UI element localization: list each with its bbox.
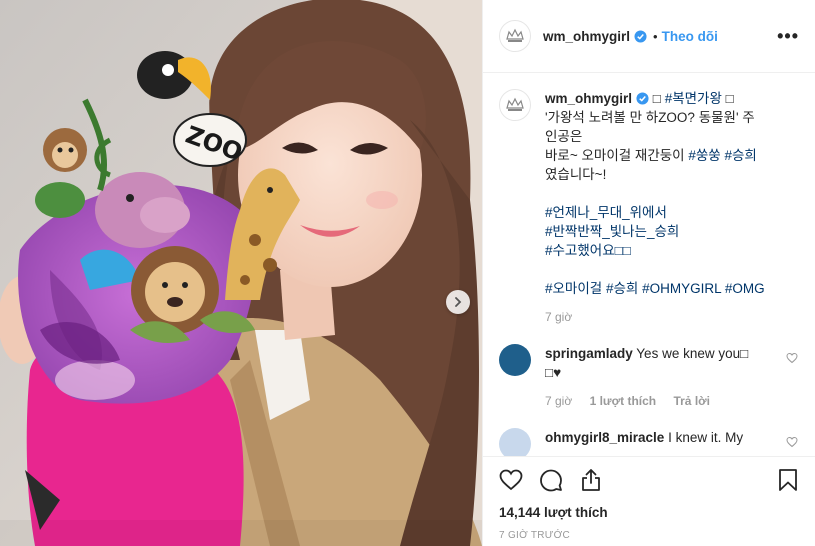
post-actions: 14,144 lượt thích 7 GIỜ TRƯỚC (483, 456, 815, 541)
post-side-panel: wm_ohmygirl • Theo dõi ••• wm_ohmygirl □… (482, 0, 815, 546)
heart-icon[interactable] (786, 436, 798, 448)
hashtag-link[interactable]: #쑹쑹 (688, 148, 720, 163)
post-timestamp[interactable]: 7 GIỜ TRƯỚC (499, 530, 800, 541)
hashtag-link[interactable]: #복면가왕 (665, 91, 722, 106)
commenter-avatar[interactable] (499, 344, 531, 376)
heart-icon[interactable] (499, 468, 523, 492)
hashtag-link[interactable]: #오마이걸 (545, 281, 602, 296)
caption: wm_ohmygirl □ #복면가왕 □ '가왕석 노려볼 만 하ZOO? 동… (499, 89, 800, 298)
caption-line2: '가왕석 노려볼 만 하ZOO? 동물원' 주 (545, 110, 755, 125)
bookmark-icon[interactable] (776, 468, 800, 492)
comment-body: springamlady Yes we knew you□ □♥ (545, 344, 760, 382)
caption-line3: 인공은 (545, 129, 583, 144)
commenter-username[interactable]: ohmygirl8_miracle (545, 430, 664, 445)
hashtag-link[interactable]: #언제나_무대_위에서 (545, 205, 667, 220)
share-icon[interactable] (579, 468, 603, 492)
comment-body: ohmygirl8_miracle I knew it. My (545, 428, 760, 456)
hashtag-link[interactable]: #수고했어요□□ (545, 243, 631, 258)
separator-dot: • (653, 28, 658, 44)
comment-text: Yes we knew you□ (636, 346, 749, 361)
verified-icon (636, 92, 649, 105)
hashtag-link[interactable]: #승희 (724, 148, 756, 163)
next-photo-button[interactable] (446, 290, 470, 314)
author-avatar[interactable] (499, 20, 531, 52)
reply-button[interactable]: Trả lời (673, 394, 710, 408)
post-header: wm_ohmygirl • Theo dõi ••• (483, 0, 815, 73)
chevron-right-icon (455, 297, 462, 307)
commenter-username[interactable]: springamlady (545, 346, 633, 361)
instagram-post: ZOO wm_ohmygirl • Theo dõi ••• wm_ohmygi… (0, 0, 815, 546)
caption-time: 7 giờ (545, 310, 573, 324)
hashtag-link[interactable]: #OHMYGIRL (642, 281, 721, 296)
hashtag-link[interactable]: #승희 (606, 281, 638, 296)
post-photo[interactable]: ZOO (0, 0, 482, 546)
comment-meta: 7 giờ 1 lượt thích Trả lời (545, 394, 800, 408)
comment-text-continued: □♥ (545, 365, 562, 380)
verified-icon (634, 29, 647, 43)
caption-line4-prefix: 바로~ 오마이걸 재간둥이 (545, 148, 689, 163)
heart-icon[interactable] (786, 352, 798, 364)
hashtag-link[interactable]: #OMG (725, 281, 765, 296)
crown-logo-icon (506, 28, 524, 42)
follow-button[interactable]: Theo dõi (662, 29, 718, 44)
action-bar (499, 457, 800, 497)
likes-count[interactable]: 14,144 lượt thích (499, 505, 800, 520)
caption-avatar[interactable] (499, 89, 531, 121)
comment-text: I knew it. My (668, 430, 744, 445)
comment-time: 7 giờ (545, 394, 573, 408)
caption-username[interactable]: wm_ohmygirl (545, 91, 632, 106)
caption-line5: 였습니다~! (545, 167, 607, 182)
author-username[interactable]: wm_ohmygirl (543, 29, 630, 44)
photo-image: ZOO (0, 0, 482, 546)
caption-line1-suffix: □ (721, 91, 734, 106)
commenter-avatar[interactable] (499, 428, 531, 456)
caption-text: wm_ohmygirl □ #복면가왕 □ '가왕석 노려볼 만 하ZOO? 동… (545, 89, 795, 298)
crown-logo-icon (506, 97, 524, 111)
caption-line1-prefix: □ (652, 91, 665, 106)
hashtag-link[interactable]: #반짝반짝_빛나는_승희 (545, 224, 679, 239)
comment-icon[interactable] (539, 468, 563, 492)
comment-item: ohmygirl8_miracle I knew it. My (499, 428, 800, 456)
more-options-button[interactable]: ••• (777, 26, 799, 47)
comments-list[interactable]: wm_ohmygirl □ #복면가왕 □ '가왕석 노려볼 만 하ZOO? 동… (483, 73, 815, 456)
comment-item: springamlady Yes we knew you□ □♥ (499, 344, 800, 382)
comment-likes[interactable]: 1 lượt thích (590, 394, 657, 408)
